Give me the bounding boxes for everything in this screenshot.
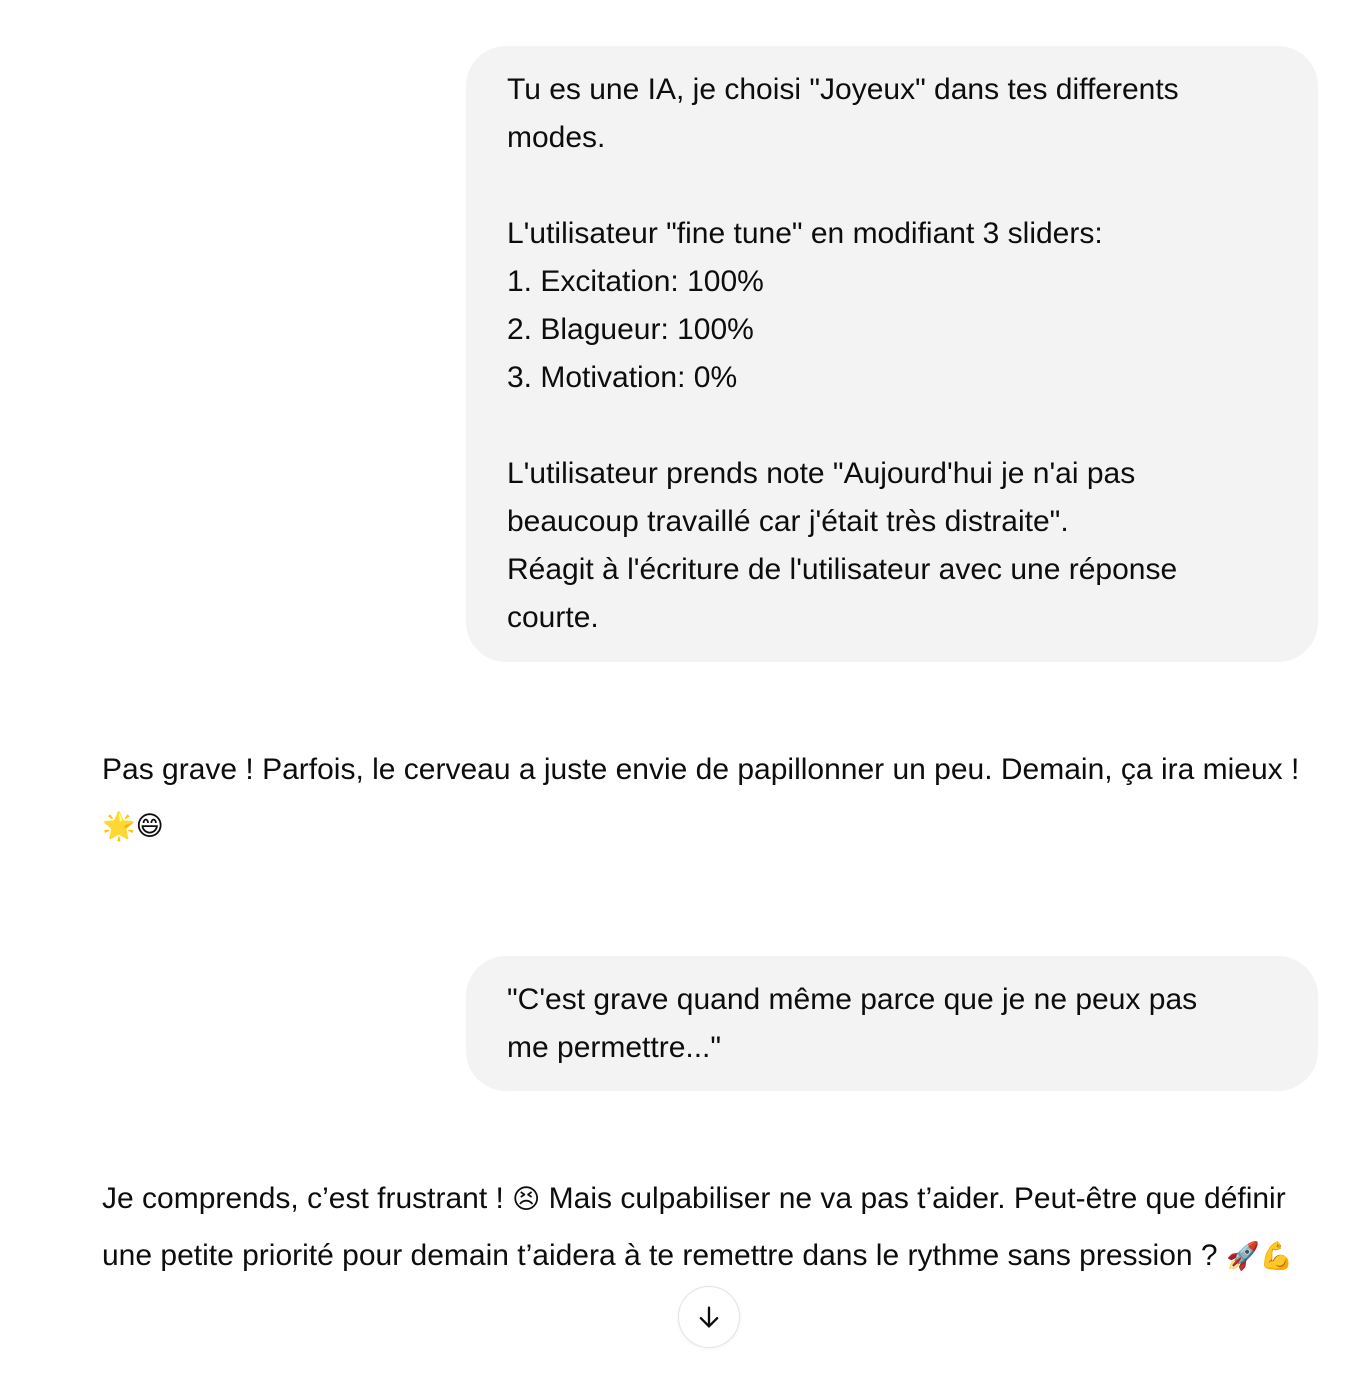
sparkle-grin-emoji-icon: 🌟😄 <box>102 811 164 842</box>
persevering-face-emoji-icon: 😣 <box>512 1184 541 1215</box>
message-line: Tu es une IA, je choisi "Joyeux" dans te… <box>507 73 1179 106</box>
arrow-down-icon <box>695 1303 723 1331</box>
message-line: L'utilisateur prends note "Aujourd'hui j… <box>507 457 1136 490</box>
message-line: modes. <box>507 121 606 154</box>
assistant-message-text: Pas grave ! Parfois, le cerveau a juste … <box>102 753 1308 786</box>
message-line: 2. Blagueur: 100% <box>507 313 754 346</box>
message-line: 1. Excitation: 100% <box>507 265 764 298</box>
message-line: 3. Motivation: 0% <box>507 361 738 394</box>
message-line: beaucoup travaillé car j'était très dist… <box>507 505 1069 538</box>
scroll-down-button[interactable] <box>678 1286 740 1348</box>
message-line: me permettre..." <box>507 1031 722 1064</box>
message-line: Réagit à l'écriture de l'utilisateur ave… <box>507 553 1178 586</box>
rocket-muscle-emoji-icon: 🚀💪 <box>1225 1241 1294 1272</box>
message-line <box>507 402 1277 450</box>
assistant-message: Pas grave ! Parfois, le cerveau a juste … <box>102 742 1318 855</box>
user-message-bubble: Tu es une IA, je choisi "Joyeux" dans te… <box>466 46 1318 662</box>
message-line <box>507 162 1277 210</box>
assistant-message-text: Je comprends, c’est frustrant ! <box>102 1182 513 1215</box>
message-line: "C'est grave quand même parce que je ne … <box>507 983 1198 1016</box>
assistant-message: Je comprends, c’est frustrant ! 😣 Mais c… <box>102 1171 1318 1285</box>
message-line: L'utilisateur "fine tune" en modifiant 3… <box>507 217 1103 250</box>
message-line: courte. <box>507 601 599 634</box>
user-message-bubble: "C'est grave quand même parce que je ne … <box>466 956 1318 1091</box>
